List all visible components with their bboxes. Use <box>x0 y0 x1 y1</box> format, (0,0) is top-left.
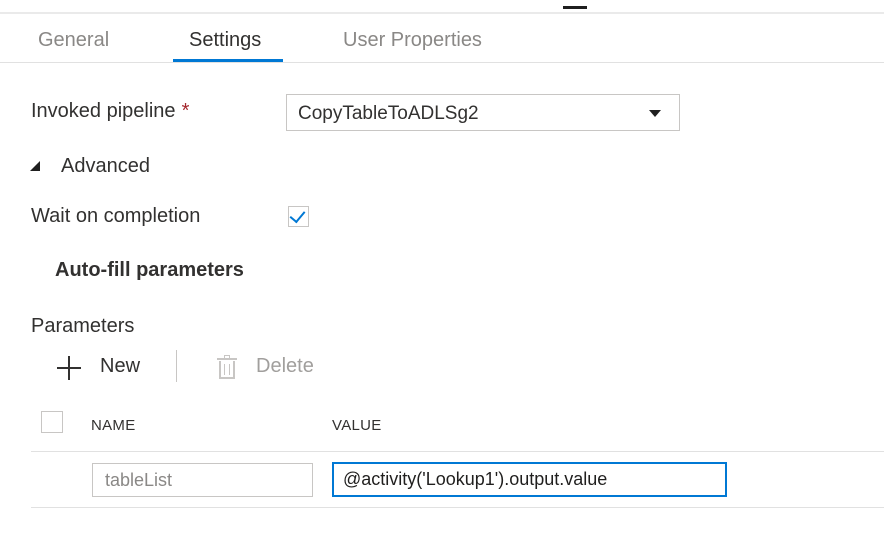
header-divider <box>31 451 884 452</box>
wait-on-completion-checkbox[interactable] <box>288 206 309 227</box>
drag-handle[interactable] <box>563 6 587 9</box>
checkmark-icon <box>289 206 306 224</box>
invoked-pipeline-label-text: Invoked pipeline <box>31 100 176 122</box>
tab-bar: General Settings User Properties <box>0 14 884 63</box>
column-header-name[interactable]: NAME <box>91 417 136 434</box>
caret-down-icon <box>649 110 661 117</box>
tab-settings[interactable]: Settings <box>189 14 261 61</box>
invoked-pipeline-dropdown[interactable]: CopyTableToADLSg2 <box>286 94 680 131</box>
active-tab-indicator <box>173 59 283 62</box>
autofill-parameters-link[interactable]: Auto-fill parameters <box>55 259 244 282</box>
parameters-heading: Parameters <box>31 315 135 337</box>
wait-on-completion-label: Wait on completion <box>31 205 201 227</box>
column-header-value[interactable]: VALUE <box>332 417 382 434</box>
delete-parameter-button[interactable]: Delete <box>256 355 314 378</box>
row-divider <box>31 507 884 508</box>
advanced-toggle-label[interactable]: Advanced <box>61 155 150 178</box>
tab-general[interactable]: General <box>38 14 109 61</box>
toolbar-divider <box>176 350 177 382</box>
required-marker: * <box>181 100 190 122</box>
select-all-checkbox[interactable] <box>41 411 63 433</box>
invoked-pipeline-label: Invoked pipeline * <box>31 100 189 123</box>
invoked-pipeline-selected-value: CopyTableToADLSg2 <box>298 103 479 124</box>
parameter-value-input[interactable]: @activity('Lookup1').output.value <box>332 462 727 497</box>
settings-panel: General Settings User Properties Invoked… <box>0 0 884 534</box>
top-strip <box>0 0 884 14</box>
new-parameter-button[interactable]: New <box>100 355 140 378</box>
tab-user-properties[interactable]: User Properties <box>343 14 482 61</box>
expand-triangle-icon[interactable] <box>30 161 40 171</box>
parameter-name-input[interactable]: tableList <box>92 463 313 497</box>
plus-icon[interactable] <box>57 356 81 380</box>
trash-icon[interactable] <box>217 355 237 379</box>
